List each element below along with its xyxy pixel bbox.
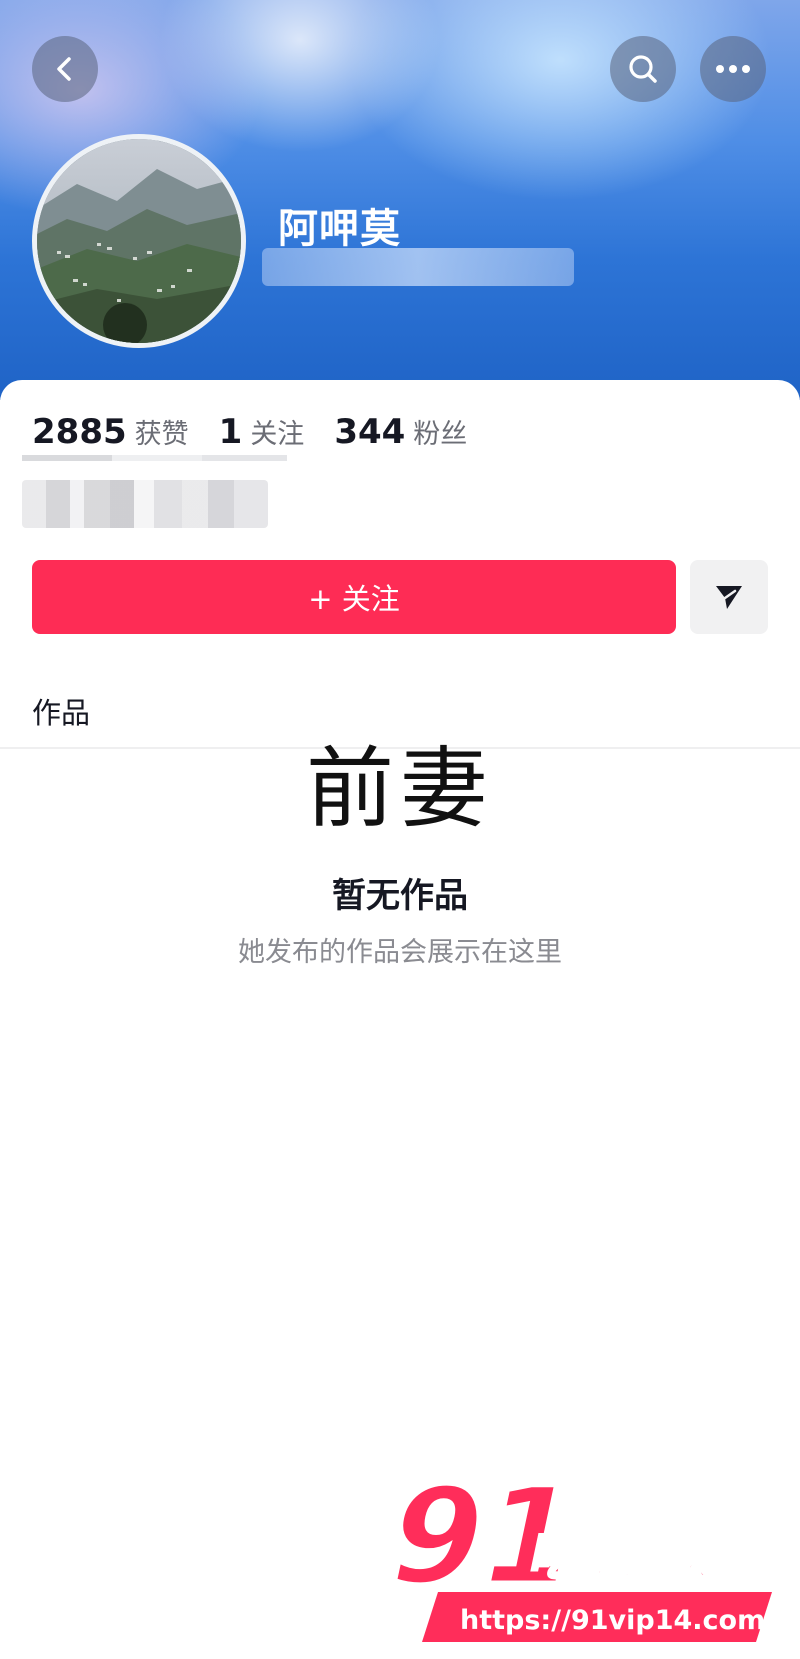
watermark-url: https://91vip14.com [460, 1605, 765, 1636]
watermark-name: 吃瓜中心 [525, 1527, 746, 1587]
likes-stat[interactable]: 2885 获赞 [32, 412, 189, 452]
back-button[interactable] [32, 36, 98, 102]
chevron-left-icon [57, 57, 71, 81]
search-button[interactable] [610, 36, 676, 102]
profile-stats: 2885 获赞 1 关注 344 粉丝 [32, 412, 497, 452]
likes-count: 2885 [32, 412, 127, 452]
following-stat[interactable]: 1 关注 [219, 412, 305, 452]
followers-stat[interactable]: 344 粉丝 [334, 412, 467, 452]
likes-label: 获赞 [134, 419, 189, 450]
followers-label: 粉丝 [413, 419, 468, 450]
stats-underline-blurred [22, 455, 287, 461]
more-dots-icon [716, 65, 750, 73]
overlay-caption: 前妻 [305, 737, 494, 840]
account-id-blurred [262, 248, 574, 286]
username: 阿呷莫 [278, 206, 401, 252]
following-count: 1 [218, 412, 243, 452]
watermark-logo: 91 吃瓜中心 https://91vip14.com [376, 1470, 772, 1642]
landscape-avatar-image [37, 139, 241, 343]
empty-state-subtitle: 她发布的作品会展示在这里 [238, 937, 562, 968]
empty-state-title: 暂无作品 [332, 876, 468, 916]
bio-blurred [22, 480, 268, 528]
follow-button[interactable]: + 关注 [32, 560, 676, 634]
more-button[interactable] [700, 36, 766, 102]
search-icon [629, 55, 657, 83]
following-label: 关注 [250, 419, 305, 450]
followers-count: 344 [334, 412, 406, 452]
share-button[interactable] [690, 560, 768, 634]
send-icon [716, 586, 742, 609]
avatar[interactable] [32, 134, 246, 348]
